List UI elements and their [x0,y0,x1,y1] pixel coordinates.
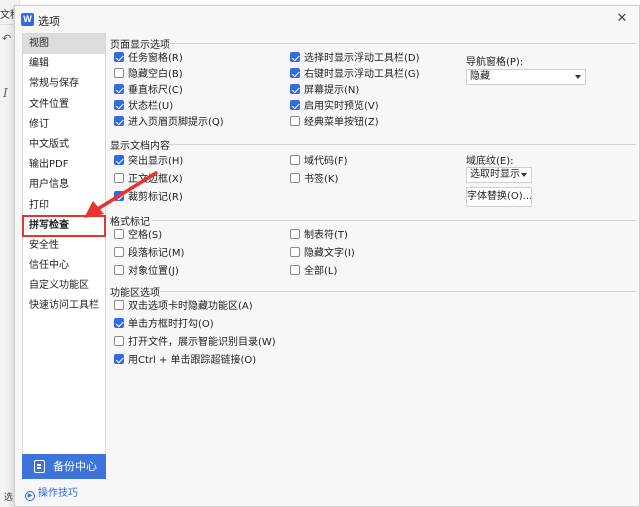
close-button[interactable]: ✕ [613,10,631,28]
backup-center-label: 备份中心 [53,460,97,473]
checkbox-icon [114,336,124,346]
nav-pane-select[interactable]: 隐藏 [466,69,586,85]
checkbox-checked-icon [114,354,124,364]
checkbox-checked-icon [114,52,124,62]
group-divider [160,291,636,292]
sidebar-item-trust-center[interactable]: 信任中心 [23,256,105,276]
option-tab-chars[interactable]: 制表符(T) [290,229,348,243]
sidebar-item-edit[interactable]: 编辑 [23,54,105,74]
option-hide-blank[interactable]: 隐藏空白(B) [114,68,183,82]
option-field-codes[interactable]: 域代码(F) [290,155,348,169]
sidebar-item-chinese-layout[interactable]: 中文版式 [23,135,105,155]
tips-label: 操作技巧 [38,488,78,499]
option-task-pane[interactable]: 任务窗格(R) [114,52,183,66]
sidebar-item-security[interactable]: 安全性 [23,236,105,256]
backup-icon [34,460,45,473]
field-shading-label: 域底纹(E): [466,156,514,167]
backup-center-button[interactable]: 备份中心 [22,454,106,479]
option-classic-menu[interactable]: 经典菜单按钮(Z) [290,116,379,130]
chevron-down-icon [575,75,581,79]
checkbox-icon [290,116,300,126]
sidebar-item-file-location[interactable]: 文件位置 [23,95,105,115]
group-title-ribbon: 功能区选项 [110,288,160,299]
checkbox-icon [114,247,124,257]
dialog-titlebar: W 选项 ✕ [15,6,639,32]
sidebar-item-export-pdf[interactable]: 输出PDF [23,155,105,175]
sidebar-item-print[interactable]: 打印 [23,196,105,216]
option-hide-ribbon-dblclick[interactable]: 双击选项卡时隐藏功能区(A) [114,300,253,314]
checkbox-checked-icon [114,191,124,201]
option-ctrl-click-hyperlink[interactable]: 用Ctrl + 单击跟踪超链接(O) [114,354,256,368]
checkbox-icon [114,229,124,239]
checkbox-icon [290,173,300,183]
option-smart-toc[interactable]: 打开文件，展示智能识别目录(W) [114,336,276,350]
sidebar-item-view[interactable]: 视图 [23,34,105,55]
dialog-title: 选项 [38,15,60,28]
option-float-toolbar-rightclick[interactable]: 右键时显示浮动工具栏(G) [290,68,420,82]
sidebar-item-revision[interactable]: 修订 [23,115,105,135]
group-divider [152,220,636,221]
checkbox-checked-icon [114,100,124,110]
option-bookmarks[interactable]: 书签(K) [290,173,338,187]
checkbox-checked-icon [114,318,124,328]
option-header-footer-hint[interactable]: 进入页眉页脚提示(Q) [114,116,224,130]
nav-pane-label: 导航窗格(P): [466,57,524,68]
option-live-preview[interactable]: 启用实时预览(V) [290,100,379,114]
checkbox-icon [290,247,300,257]
group-divider [168,144,636,145]
option-text-boundaries[interactable]: 正文边框(X) [114,173,183,187]
checkbox-checked-icon [290,84,300,94]
sidebar-item-general-save[interactable]: 常规与保存 [23,74,105,94]
option-click-box-check[interactable]: 单击方框时打勾(O) [114,318,214,332]
checkbox-icon [114,68,124,78]
options-sidebar: 视图 编辑 常规与保存 文件位置 修订 中文版式 输出PDF 用户信息 打印 拼… [22,33,106,479]
checkbox-icon [290,265,300,275]
checkbox-checked-icon [114,84,124,94]
checkbox-icon [114,173,124,183]
text-cursor-icon: I [3,86,8,100]
font-replace-button[interactable]: 字体替换(O)... [466,187,532,207]
tips-link[interactable]: ▶ 操作技巧 [25,484,78,501]
field-shading-select[interactable]: 选取时显示 [466,167,532,183]
option-vertical-ruler[interactable]: 垂直标尺(C) [114,84,183,98]
option-hidden-text[interactable]: 隐藏文字(I) [290,247,355,261]
sidebar-item-quick-access[interactable]: 快速访问工具栏 [23,296,105,316]
option-screen-tips[interactable]: 屏幕提示(N) [290,84,359,98]
option-object-anchors[interactable]: 对象位置(J) [114,265,179,279]
checkbox-checked-icon [114,116,124,126]
checkbox-icon [114,300,124,310]
checkbox-checked-icon [114,155,124,165]
checkbox-checked-icon [290,52,300,62]
option-crop-marks[interactable]: 裁剪标记(R) [114,191,183,205]
sidebar-item-user-info[interactable]: 用户信息 [23,175,105,195]
options-dialog: W 选项 ✕ 视图 编辑 常规与保存 文件位置 修订 中文版式 输出PDF 用户… [14,5,640,507]
checkbox-checked-icon [290,100,300,110]
group-title-doc-content: 显示文档内容 [110,141,170,152]
group-title-format-marks: 格式标记 [110,217,150,228]
option-highlight[interactable]: 突出显示(H) [114,155,183,169]
checkbox-icon [290,229,300,239]
checkbox-checked-icon [290,68,300,78]
play-circle-icon: ▶ [25,491,35,501]
checkbox-icon [114,265,124,275]
option-float-toolbar-select[interactable]: 选择时显示浮动工具栏(D) [290,52,420,66]
wps-logo-icon: W [21,13,34,26]
option-status-bar[interactable]: 状态栏(U) [114,100,173,114]
group-divider [168,43,636,44]
checkbox-icon [290,155,300,165]
option-spaces[interactable]: 空格(S) [114,229,162,243]
option-paragraph-marks[interactable]: 段落标记(M) [114,247,184,261]
sidebar-item-spell-check[interactable]: 拼写检查 [22,214,106,237]
undo-icon[interactable]: ↶ [2,32,11,45]
sidebar-item-customize-ribbon[interactable]: 自定义功能区 [23,276,105,296]
group-title-page-display: 页面显示选项 [110,40,170,51]
option-all-marks[interactable]: 全部(L) [290,265,337,279]
chevron-down-icon [521,173,527,177]
